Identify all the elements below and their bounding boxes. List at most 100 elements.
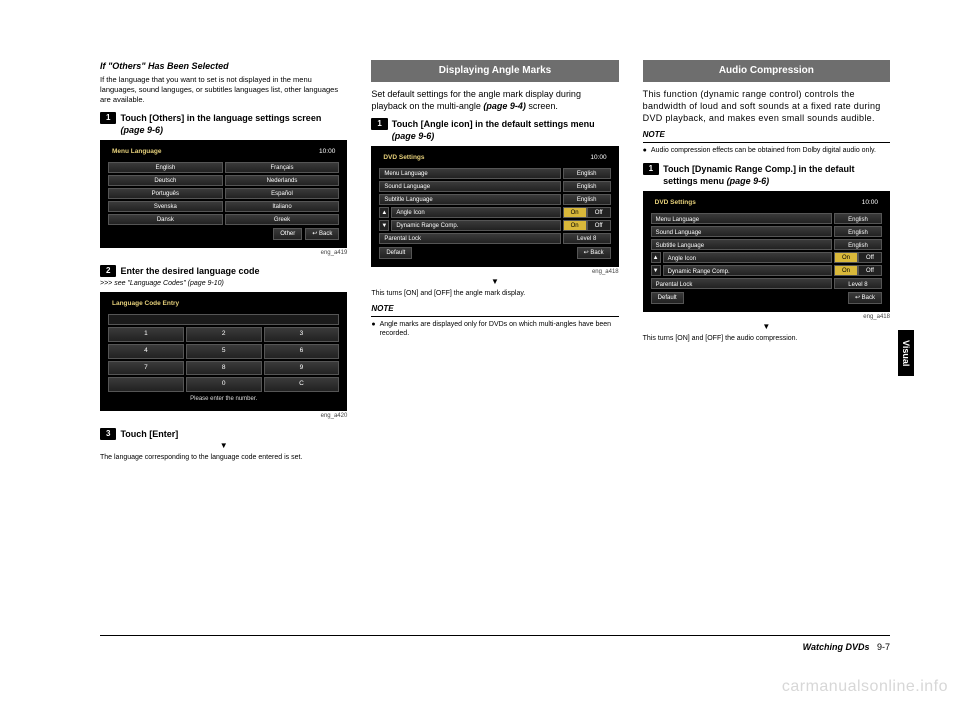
note-text: ● Angle marks are displayed only for DVD… xyxy=(371,320,618,339)
keypad-key[interactable]: 8 xyxy=(186,361,262,376)
setting-label[interactable]: Parental Lock xyxy=(651,278,832,289)
default-button[interactable]: Default xyxy=(651,292,684,304)
footer-section: Watching DVDs xyxy=(803,642,870,652)
result-text: This turns [ON] and [OFF] the angle mark… xyxy=(371,289,618,298)
step-2: 2 Enter the desired language code xyxy=(100,265,347,277)
note-heading: NOTE xyxy=(643,130,890,143)
toggle[interactable]: OnOff xyxy=(834,252,882,263)
keypad-key[interactable]: 2 xyxy=(186,327,262,342)
lang-option[interactable]: Español xyxy=(225,188,340,199)
step-3: 3 Touch [Enter] xyxy=(100,428,347,440)
intro-text: If the language that you want to set is … xyxy=(100,75,347,105)
setting-label[interactable]: Menu Language xyxy=(651,213,832,224)
page-content: If "Others" Has Been Selected If the lan… xyxy=(0,0,960,509)
step-number-icon: 1 xyxy=(643,163,659,175)
toggle[interactable]: OnOff xyxy=(563,220,611,231)
back-button[interactable]: ↩ Back xyxy=(305,228,339,240)
keypad-key[interactable]: 1 xyxy=(108,327,184,342)
figure-caption: eng_a419 xyxy=(100,249,347,257)
scroll-arrow-icon[interactable]: ▲ xyxy=(379,207,389,218)
shot-title: Menu Language xyxy=(112,148,161,157)
setting-label[interactable]: Sound Language xyxy=(651,226,832,237)
lang-option[interactable]: Français xyxy=(225,162,340,173)
setting-label[interactable]: Sound Language xyxy=(379,181,560,192)
setting-label[interactable]: Subtitle Language xyxy=(379,194,560,205)
figure-caption: eng_a418 xyxy=(371,268,618,276)
step-number-icon: 1 xyxy=(100,112,116,124)
footer-page: 9-7 xyxy=(877,642,890,652)
lang-option[interactable]: Dansk xyxy=(108,214,223,225)
shot-title: DVD Settings xyxy=(655,199,696,208)
footer-rule xyxy=(100,635,890,636)
setting-label[interactable]: Parental Lock xyxy=(379,233,560,244)
other-button[interactable]: Other xyxy=(273,228,302,240)
setting-label[interactable]: Menu Language xyxy=(379,168,560,179)
keypad-key[interactable]: 0 xyxy=(186,377,262,392)
flow-arrow-icon: ▼ xyxy=(100,441,347,452)
shot-title: Language Code Entry xyxy=(112,300,179,309)
setting-value: English xyxy=(563,168,611,179)
scroll-arrow-icon[interactable]: ▲ xyxy=(651,252,661,263)
setting-value: English xyxy=(563,194,611,205)
intro-text: This function (dynamic range control) co… xyxy=(643,88,890,124)
back-button[interactable]: ↩ Back xyxy=(577,247,611,259)
keypad-key[interactable]: 7 xyxy=(108,361,184,376)
lang-option[interactable]: Deutsch xyxy=(108,175,223,186)
setting-value: English xyxy=(563,181,611,192)
back-button[interactable]: ↩ Back xyxy=(848,292,882,304)
column-1: If "Others" Has Been Selected If the lan… xyxy=(100,60,347,469)
setting-label[interactable]: Dynamic Range Comp. xyxy=(391,220,560,231)
section-tab: Visual xyxy=(898,330,914,376)
keypad-key[interactable]: 9 xyxy=(264,361,340,376)
figure-caption: eng_a418 xyxy=(643,313,890,321)
lang-option[interactable]: Português xyxy=(108,188,223,199)
lang-option[interactable]: Greek xyxy=(225,214,340,225)
keypad-key[interactable]: 4 xyxy=(108,344,184,359)
flow-arrow-icon: ▼ xyxy=(371,277,618,288)
keypad-key[interactable]: 5 xyxy=(186,344,262,359)
step-text: Touch [Dynamic Range Comp.] in the defau… xyxy=(663,163,890,187)
setting-label[interactable]: Angle Icon xyxy=(391,207,560,218)
intro-text: Set default settings for the angle mark … xyxy=(371,88,618,112)
scroll-arrow-icon[interactable]: ▼ xyxy=(651,265,661,276)
keypad-key[interactable] xyxy=(108,377,184,392)
keypad-key[interactable]: 3 xyxy=(264,327,340,342)
setting-value: Level 8 xyxy=(834,278,882,289)
bullet-icon: ● xyxy=(371,320,375,339)
prompt-text: Please enter the number. xyxy=(108,395,339,403)
result-text: This turns [ON] and [OFF] the audio comp… xyxy=(643,334,890,343)
lang-option[interactable]: Italiano xyxy=(225,201,340,212)
figure-caption: eng_a420 xyxy=(100,412,347,420)
setting-label[interactable]: Dynamic Range Comp. xyxy=(663,265,832,276)
lang-option[interactable]: English xyxy=(108,162,223,173)
toggle[interactable]: OnOff xyxy=(563,207,611,218)
note-heading: NOTE xyxy=(371,304,618,317)
toggle[interactable]: OnOff xyxy=(834,265,882,276)
cross-reference: >>> see "Language Codes" (page 9-10) xyxy=(100,279,347,288)
setting-label[interactable]: Angle Icon xyxy=(663,252,832,263)
step-number-icon: 2 xyxy=(100,265,116,277)
code-entry-field[interactable] xyxy=(108,314,339,325)
keypad-key[interactable]: 6 xyxy=(264,344,340,359)
column-2: Displaying Angle Marks Set default setti… xyxy=(371,60,618,469)
scroll-arrow-icon[interactable]: ▼ xyxy=(379,220,389,231)
back-icon: ↩ xyxy=(855,295,860,301)
screenshot-code-entry: Language Code Entry 1 2 3 4 5 6 7 8 9 0 … xyxy=(100,292,347,411)
step-1: 1 Touch [Angle icon] in the default sett… xyxy=(371,118,618,142)
bullet-icon: ● xyxy=(643,146,647,155)
lang-option[interactable]: Nederlands xyxy=(225,175,340,186)
default-button[interactable]: Default xyxy=(379,247,412,259)
step-text: Touch [Others] in the language settings … xyxy=(120,112,347,136)
section-heading: Audio Compression xyxy=(643,60,890,82)
step-number-icon: 3 xyxy=(100,428,116,440)
setting-value: English xyxy=(834,213,882,224)
step-text: Enter the desired language code xyxy=(120,265,259,277)
setting-label[interactable]: Subtitle Language xyxy=(651,239,832,250)
keypad-key[interactable]: C xyxy=(264,377,340,392)
lang-option[interactable]: Svenska xyxy=(108,201,223,212)
screenshot-menu-language: Menu Language 10:00 English Français Deu… xyxy=(100,140,347,248)
step-1: 1 Touch [Dynamic Range Comp.] in the def… xyxy=(643,163,890,187)
column-3: Audio Compression This function (dynamic… xyxy=(643,60,890,469)
flow-arrow-icon: ▼ xyxy=(643,322,890,333)
back-icon: ↩ xyxy=(312,231,317,237)
